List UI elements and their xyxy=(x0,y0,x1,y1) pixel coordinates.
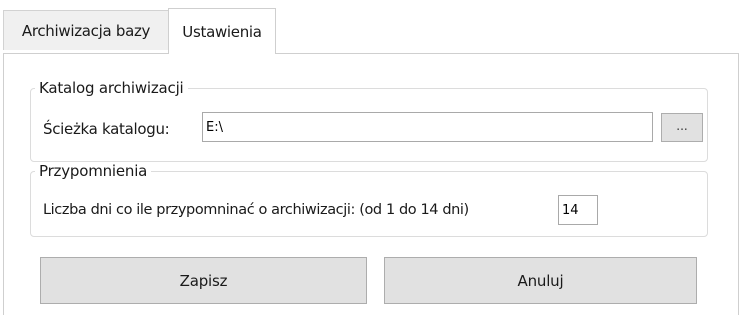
reminders-group: Przypomnienia xyxy=(30,162,708,237)
tab-strip: Archiwizacja bazy Ustawienia xyxy=(0,0,745,62)
directory-path-input[interactable] xyxy=(202,112,653,142)
reminder-days-input[interactable] xyxy=(558,195,598,225)
archive-directory-legend: Katalog archiwizacji xyxy=(39,79,184,97)
cancel-button[interactable]: Anuluj xyxy=(384,257,697,304)
browse-button[interactable]: ... xyxy=(661,113,703,142)
save-button[interactable]: Zapisz xyxy=(40,257,367,304)
tab-archiwizacja-bazy[interactable]: Archiwizacja bazy xyxy=(3,10,169,50)
tab-divider xyxy=(3,53,739,54)
reminders-legend: Przypomnienia xyxy=(39,162,148,180)
directory-path-label: Ścieżka katalogu: xyxy=(43,120,170,138)
reminder-days-label: Liczba dni co ile przypomninać o archiwi… xyxy=(43,202,469,218)
panel-border-left xyxy=(3,53,4,315)
tab-ustawienia[interactable]: Ustawienia xyxy=(168,8,276,54)
panel-border-right xyxy=(738,53,739,315)
